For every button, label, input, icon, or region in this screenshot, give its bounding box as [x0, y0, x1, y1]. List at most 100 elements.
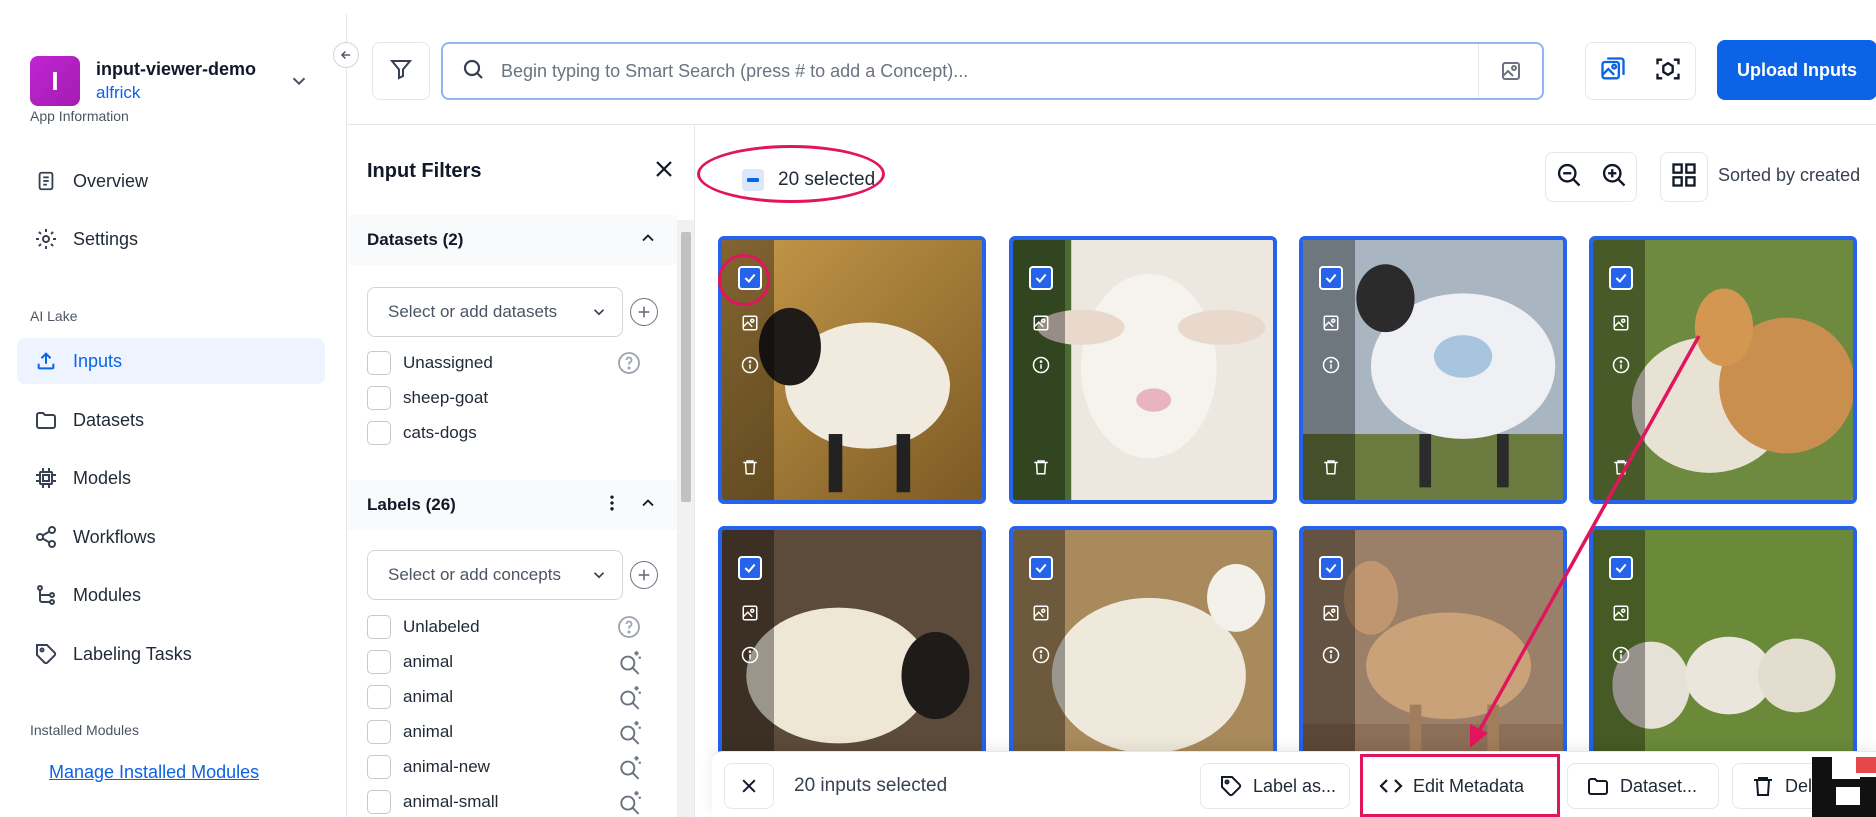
sidebar-item-modules[interactable]: Modules — [17, 572, 325, 618]
image-info-icon[interactable] — [1030, 602, 1052, 624]
inputs-selected-count: 20 inputs selected — [794, 775, 948, 796]
sidebar-item-workflows[interactable]: Workflows — [17, 514, 325, 560]
manage-installed-modules-link[interactable]: Manage Installed Modules — [49, 762, 259, 783]
trash-icon[interactable] — [1320, 456, 1342, 478]
image-info-icon[interactable] — [1610, 312, 1632, 334]
sidebar-item-label: Inputs — [73, 350, 123, 371]
checkbox[interactable] — [367, 755, 391, 779]
trash-icon[interactable] — [1030, 456, 1052, 478]
input-tile[interactable] — [1589, 236, 1857, 504]
tile-checkbox[interactable] — [738, 556, 762, 580]
tile-checkbox[interactable] — [1319, 266, 1343, 290]
filter-button[interactable] — [372, 42, 430, 100]
upload-icon — [33, 348, 59, 374]
magic-search-icon[interactable] — [617, 649, 643, 680]
image-info-icon[interactable] — [739, 312, 761, 334]
dataset-option-cats-dogs[interactable]: cats-dogs — [367, 418, 667, 448]
chevron-up-icon[interactable] — [638, 228, 658, 253]
image-info-icon[interactable] — [739, 602, 761, 624]
image-info-icon[interactable] — [1320, 312, 1342, 334]
info-icon[interactable] — [1320, 354, 1342, 376]
checkbox[interactable] — [367, 421, 391, 445]
info-icon[interactable] — [1030, 354, 1052, 376]
add-concept-icon[interactable] — [630, 561, 658, 589]
dataset-option-sheep-goat[interactable]: sheep-goat — [367, 383, 667, 413]
checkbox[interactable] — [367, 720, 391, 744]
info-icon[interactable] — [739, 644, 761, 666]
folder-icon — [33, 407, 59, 433]
checkbox[interactable] — [367, 790, 391, 814]
selected-count-highlight — [697, 145, 885, 203]
chevron-down-icon[interactable] — [288, 70, 310, 97]
more-vertical-icon[interactable] — [602, 493, 622, 518]
scrollbar-thumb[interactable] — [681, 232, 691, 502]
collapse-sidebar-button[interactable] — [333, 42, 359, 68]
checkbox[interactable] — [367, 685, 391, 709]
dataset-button[interactable]: Dataset... — [1567, 763, 1719, 809]
filters-scrollbar[interactable] — [677, 220, 694, 817]
tile-checkbox[interactable] — [1609, 556, 1633, 580]
object-detect-icon[interactable] — [1654, 55, 1682, 88]
magic-search-icon[interactable] — [617, 719, 643, 750]
magic-search-icon[interactable] — [617, 789, 643, 817]
labels-section-header[interactable]: Labels (26) — [347, 480, 677, 530]
image-info-icon[interactable] — [1610, 602, 1632, 624]
magic-search-icon[interactable] — [617, 754, 643, 785]
label-as-button[interactable]: Label as... — [1200, 763, 1350, 809]
info-icon[interactable] — [1610, 354, 1632, 376]
checkbox[interactable] — [367, 351, 391, 375]
zoom-in-icon[interactable] — [1600, 161, 1628, 194]
close-icon[interactable] — [652, 157, 676, 186]
zoom-out-icon[interactable] — [1555, 161, 1583, 194]
tile-checkbox[interactable] — [1029, 556, 1053, 580]
info-icon[interactable] — [1030, 644, 1052, 666]
sidebar-item-inputs[interactable]: Inputs — [17, 338, 325, 384]
sidebar: I input-viewer-demo alfrick App Informat… — [0, 14, 347, 817]
tile-checkbox[interactable] — [1319, 556, 1343, 580]
pixel-logo — [1812, 757, 1876, 817]
gallery-view-icon[interactable] — [1599, 55, 1627, 88]
sidebar-item-labeling-tasks[interactable]: Labeling Tasks — [17, 631, 325, 677]
app-switcher[interactable]: I input-viewer-demo alfrick — [30, 56, 320, 106]
upload-inputs-button[interactable]: Upload Inputs — [1717, 40, 1876, 100]
grid-view-button[interactable] — [1660, 152, 1708, 202]
sidebar-item-overview[interactable]: Overview — [17, 158, 325, 204]
sidebar-item-datasets[interactable]: Datasets — [17, 397, 325, 443]
chevron-up-icon[interactable] — [638, 493, 658, 518]
add-dataset-icon[interactable] — [630, 298, 658, 326]
help-icon[interactable] — [617, 351, 641, 380]
image-info-icon[interactable] — [1030, 312, 1052, 334]
labels-header-label: Labels (26) — [367, 495, 456, 514]
search-input[interactable]: Begin typing to Smart Search (press # to… — [441, 42, 1544, 100]
info-icon[interactable] — [1610, 644, 1632, 666]
input-tile[interactable] — [1299, 236, 1567, 504]
tile-checkbox[interactable] — [1609, 266, 1633, 290]
sort-label[interactable]: Sorted by created — [1718, 165, 1860, 186]
sidebar-item-models[interactable]: Models — [17, 455, 325, 501]
info-icon[interactable] — [1320, 644, 1342, 666]
datasets-select[interactable]: Select or add datasets — [367, 287, 623, 337]
trash-icon[interactable] — [739, 456, 761, 478]
help-icon[interactable] — [617, 615, 641, 644]
checkbox[interactable] — [367, 615, 391, 639]
sidebar-item-settings[interactable]: Settings — [17, 216, 325, 262]
magic-search-icon[interactable] — [617, 684, 643, 715]
checkbox[interactable] — [367, 386, 391, 410]
bulk-action-bar: 20 inputs selected Label as... Edit Meta… — [712, 751, 1876, 817]
tag-icon — [33, 641, 59, 667]
datasets-section-header[interactable]: Datasets (2) — [347, 215, 677, 265]
datasets-select-placeholder: Select or add datasets — [388, 302, 558, 321]
concepts-select[interactable]: Select or add concepts — [367, 550, 623, 600]
tile-checkbox[interactable] — [1029, 266, 1053, 290]
checkbox[interactable] — [367, 650, 391, 674]
chevron-down-icon — [590, 303, 608, 326]
image-info-icon[interactable] — [1320, 602, 1342, 624]
app-user-link[interactable]: alfrick — [96, 83, 256, 103]
input-tile[interactable] — [1009, 236, 1277, 504]
info-icon[interactable] — [739, 354, 761, 376]
clear-selection-button[interactable] — [724, 763, 774, 809]
document-icon — [33, 168, 59, 194]
input-filters-panel: Input Filters Datasets (2) Select or add… — [347, 125, 695, 817]
image-search-icon[interactable] — [1478, 44, 1542, 98]
trash-icon[interactable] — [1610, 456, 1632, 478]
